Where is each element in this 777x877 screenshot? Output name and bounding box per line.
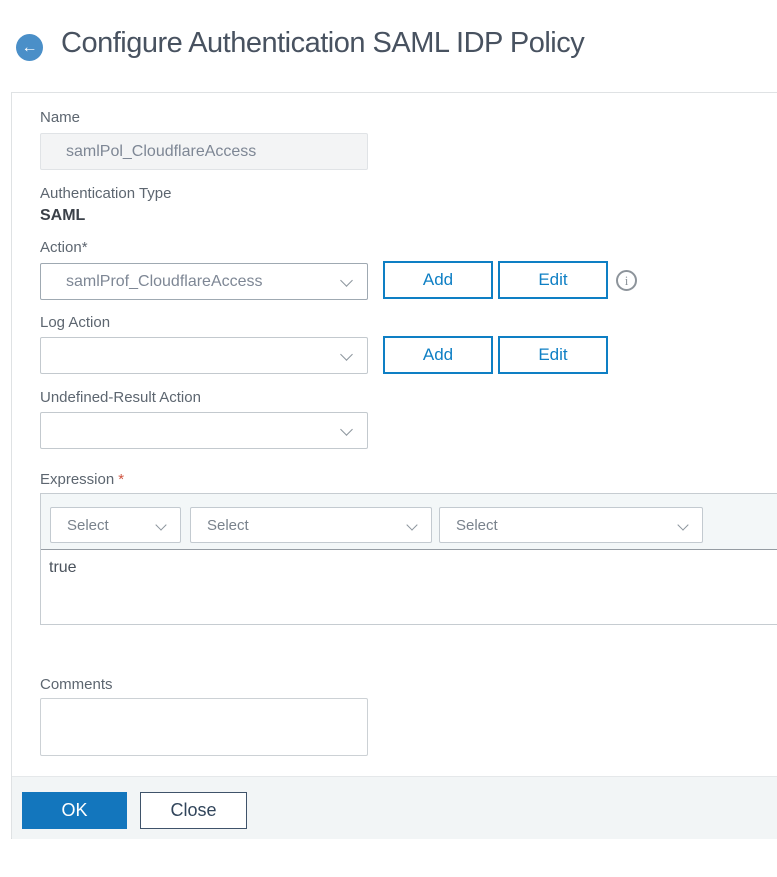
log-action-add-button[interactable]: Add [383,336,493,374]
undefined-result-action-label: Undefined-Result Action [40,389,201,406]
log-action-label: Log Action [40,314,111,331]
authentication-type-label: Authentication Type [40,185,172,202]
expression-label: Expression * [40,471,125,488]
chevron-down-icon [340,274,353,287]
expression-toolbar: Select Select Select [41,494,777,550]
action-edit-button[interactable]: Edit [498,261,608,299]
action-add-button[interactable]: Add [383,261,493,299]
expression-textarea[interactable]: true [41,550,777,624]
required-asterisk: * [118,471,125,488]
undefined-result-action-select[interactable] [40,412,368,449]
info-icon[interactable]: i [616,270,637,291]
expression-operand-select-2[interactable]: Select [190,507,432,543]
comments-textarea[interactable] [40,698,368,756]
chevron-down-icon [340,423,353,436]
chevron-down-icon [340,348,353,361]
authentication-type-value: SAML [40,207,86,224]
chevron-down-icon [406,519,418,531]
action-select[interactable]: samlProf_CloudflareAccess [40,263,368,300]
expression-operand-select-3[interactable]: Select [439,507,703,543]
comments-label: Comments [40,676,113,693]
name-input[interactable] [40,133,368,170]
ok-button[interactable]: OK [22,792,127,829]
action-label: Action* [40,239,88,256]
log-action-select[interactable] [40,337,368,374]
back-button[interactable]: ← [16,34,43,61]
log-action-edit-button[interactable]: Edit [498,336,608,374]
footer-bar: OK Close [12,776,777,839]
configure-saml-idp-policy-page: ← Configure Authentication SAML IDP Poli… [0,0,777,877]
chevron-down-icon [677,519,689,531]
expression-editor: Select Select Select true [40,493,777,625]
chevron-down-icon [155,519,167,531]
page-title: Configure Authentication SAML IDP Policy [61,27,585,59]
name-label: Name [40,109,81,126]
close-button[interactable]: Close [140,792,247,829]
action-select-value: samlProf_CloudflareAccess [66,272,263,290]
expression-operand-select-1[interactable]: Select [50,507,181,543]
back-arrow-icon: ← [21,38,38,56]
